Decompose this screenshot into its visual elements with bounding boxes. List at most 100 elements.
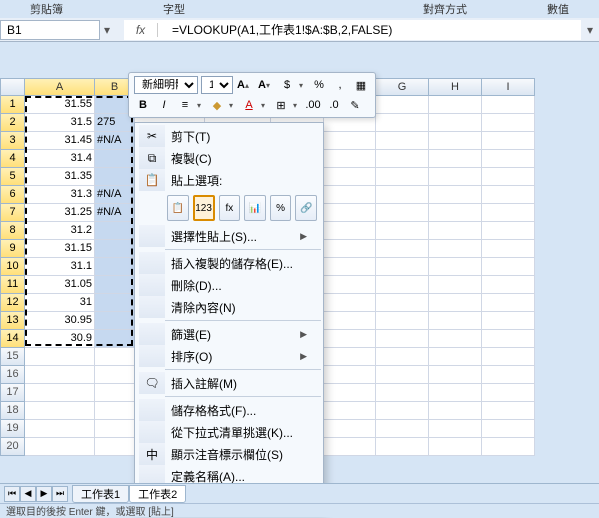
cell-B16[interactable] [95, 366, 135, 384]
decrease-decimal-icon[interactable]: .0 [325, 96, 343, 114]
cell-B14[interactable] [95, 330, 135, 348]
sheet-tab-1[interactable]: 工作表1 [72, 485, 129, 503]
row-header-6[interactable]: 6 [0, 186, 25, 204]
row-header-17[interactable]: 17 [0, 384, 25, 402]
tab-nav-next[interactable]: ▶ [36, 486, 52, 502]
cell-B6[interactable]: #N/A [95, 186, 135, 204]
cell-H17[interactable] [429, 384, 482, 402]
cell-G4[interactable] [376, 150, 429, 168]
cell-H1[interactable] [429, 96, 482, 114]
cell-A8[interactable]: 31.2 [25, 222, 95, 240]
cell-A6[interactable]: 31.3 [25, 186, 95, 204]
tab-nav-first[interactable]: ⏮ [4, 486, 20, 502]
row-header-20[interactable]: 20 [0, 438, 25, 456]
cell-H12[interactable] [429, 294, 482, 312]
cell-A2[interactable]: 31.5 [25, 114, 95, 132]
cell-G8[interactable] [376, 222, 429, 240]
row-header-11[interactable]: 11 [0, 276, 25, 294]
fill-color-icon[interactable]: ◆ [208, 96, 226, 114]
cell-G19[interactable] [376, 420, 429, 438]
cell-G18[interactable] [376, 402, 429, 420]
cell-A3[interactable]: 31.45 [25, 132, 95, 150]
increase-font-icon[interactable]: A▴ [236, 76, 254, 94]
cell-I18[interactable] [482, 402, 535, 420]
cell-I10[interactable] [482, 258, 535, 276]
cell-A5[interactable]: 31.35 [25, 168, 95, 186]
cell-H5[interactable] [429, 168, 482, 186]
row-header-13[interactable]: 13 [0, 312, 25, 330]
cell-A19[interactable] [25, 420, 95, 438]
cell-G11[interactable] [376, 276, 429, 294]
row-header-4[interactable]: 4 [0, 150, 25, 168]
cell-I11[interactable] [482, 276, 535, 294]
cell-I3[interactable] [482, 132, 535, 150]
row-header-14[interactable]: 14 [0, 330, 25, 348]
paste-option-4[interactable]: % [270, 195, 292, 221]
col-header-I[interactable]: I [482, 78, 535, 96]
menu-filter[interactable]: 篩選(E) ▶ [135, 323, 323, 345]
cell-H16[interactable] [429, 366, 482, 384]
cell-G3[interactable] [376, 132, 429, 150]
cell-H7[interactable] [429, 204, 482, 222]
cell-B19[interactable] [95, 420, 135, 438]
cell-I6[interactable] [482, 186, 535, 204]
name-box-dropdown[interactable]: ▾ [100, 20, 114, 40]
cell-G16[interactable] [376, 366, 429, 384]
cell-F10[interactable] [324, 258, 376, 276]
cell-F3[interactable] [324, 132, 376, 150]
cell-H11[interactable] [429, 276, 482, 294]
cell-B5[interactable] [95, 168, 135, 186]
cell-H2[interactable] [429, 114, 482, 132]
cell-B20[interactable] [95, 438, 135, 456]
cell-F6[interactable] [324, 186, 376, 204]
cell-A16[interactable] [25, 366, 95, 384]
cell-F17[interactable] [324, 384, 376, 402]
border-icon[interactable]: ▦ [352, 76, 370, 94]
row-header-7[interactable]: 7 [0, 204, 25, 222]
font-color-icon[interactable]: A [240, 96, 258, 114]
menu-insert-comment[interactable]: 🗨 插入註解(M) [135, 372, 323, 394]
row-header-15[interactable]: 15 [0, 348, 25, 366]
cell-H6[interactable] [429, 186, 482, 204]
font-family-select[interactable]: 新細明體 [134, 76, 198, 94]
cell-F12[interactable] [324, 294, 376, 312]
cell-A20[interactable] [25, 438, 95, 456]
cell-F4[interactable] [324, 150, 376, 168]
bold-icon[interactable]: B [134, 96, 152, 114]
cell-I19[interactable] [482, 420, 535, 438]
cell-A12[interactable]: 31 [25, 294, 95, 312]
cell-G12[interactable] [376, 294, 429, 312]
cell-I9[interactable] [482, 240, 535, 258]
cell-G14[interactable] [376, 330, 429, 348]
fx-icon[interactable]: fx [124, 23, 158, 37]
cell-F5[interactable] [324, 168, 376, 186]
cell-I7[interactable] [482, 204, 535, 222]
align-icon[interactable]: ≡ [176, 96, 194, 114]
cell-F18[interactable] [324, 402, 376, 420]
tab-nav-prev[interactable]: ◀ [20, 486, 36, 502]
cell-G20[interactable] [376, 438, 429, 456]
paste-option-0[interactable]: 📋 [167, 195, 189, 221]
row-header-9[interactable]: 9 [0, 240, 25, 258]
menu-paste-special[interactable]: 選擇性貼上(S)... ▶ [135, 225, 323, 247]
italic-icon[interactable]: I [155, 96, 173, 114]
menu-phonetic[interactable]: 中 顯示注音標示欄位(S) [135, 443, 323, 465]
cell-G2[interactable] [376, 114, 429, 132]
menu-insert-copied[interactable]: 插入複製的儲存格(E)... [135, 252, 323, 274]
cell-B3[interactable]: #N/A [95, 132, 135, 150]
formula-input[interactable] [168, 20, 581, 40]
cell-I2[interactable] [482, 114, 535, 132]
menu-clear[interactable]: 清除內容(N) [135, 296, 323, 318]
cell-G5[interactable] [376, 168, 429, 186]
cell-G1[interactable] [376, 96, 429, 114]
cell-F20[interactable] [324, 438, 376, 456]
cell-A17[interactable] [25, 384, 95, 402]
cell-I1[interactable] [482, 96, 535, 114]
cell-A4[interactable]: 31.4 [25, 150, 95, 168]
cell-B10[interactable] [95, 258, 135, 276]
cell-B4[interactable] [95, 150, 135, 168]
cell-F8[interactable] [324, 222, 376, 240]
cell-I14[interactable] [482, 330, 535, 348]
menu-sort[interactable]: 排序(O) ▶ [135, 345, 323, 367]
row-header-5[interactable]: 5 [0, 168, 25, 186]
